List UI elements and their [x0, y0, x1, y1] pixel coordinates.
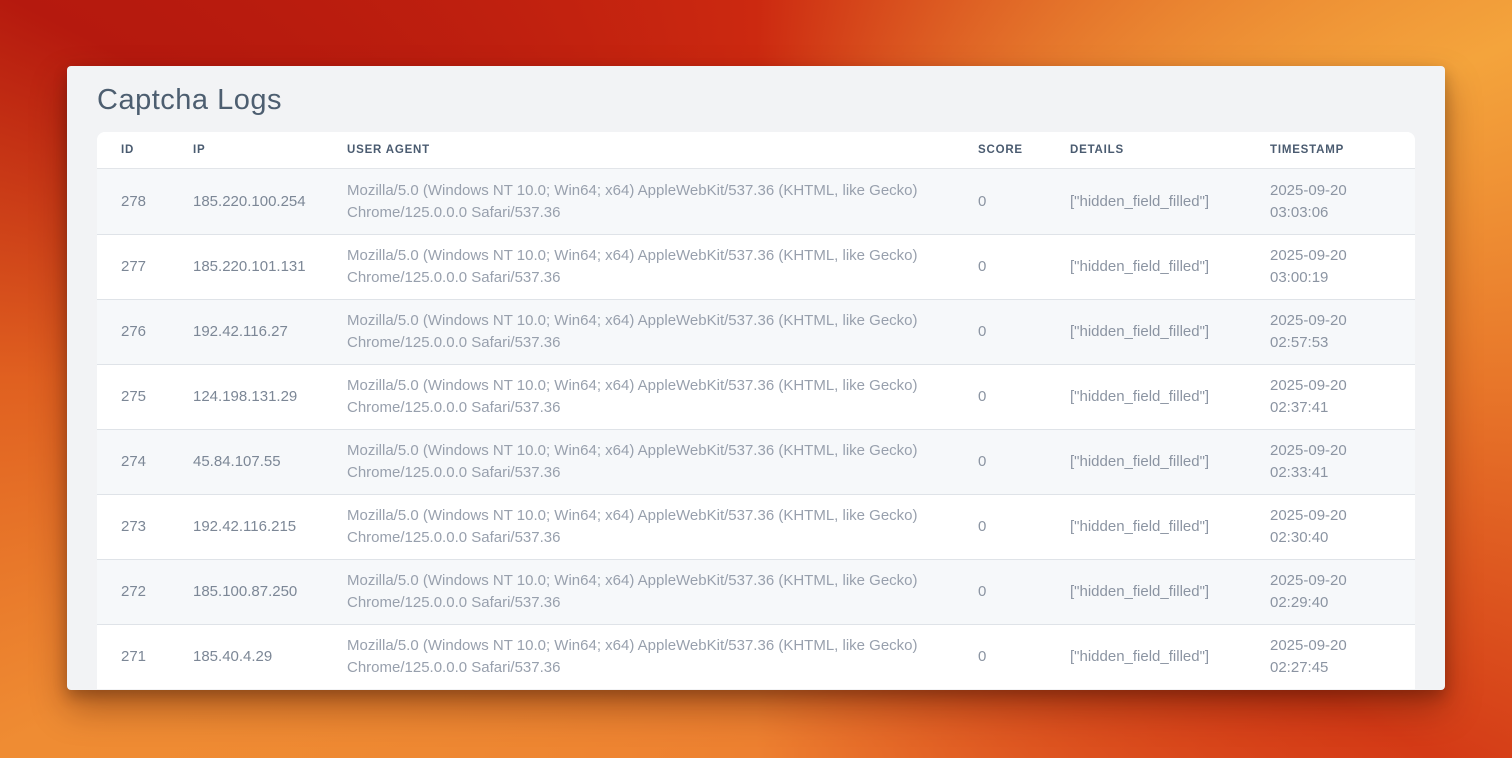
cell-score: 0: [978, 191, 1070, 213]
captcha-logs-table: IDIPUSER AGENTSCOREDETAILSTIMESTAMP 2781…: [97, 132, 1415, 689]
cell-details: ["hidden_field_filled"]: [1070, 581, 1270, 603]
column-header-score: SCORE: [978, 144, 1070, 156]
cell-id: 271: [97, 646, 193, 668]
column-header-ua: USER AGENT: [347, 144, 978, 156]
cell-id: 275: [97, 386, 193, 408]
captcha-logs-card: Captcha Logs IDIPUSER AGENTSCOREDETAILST…: [67, 66, 1445, 690]
cell-ua: Mozilla/5.0 (Windows NT 10.0; Win64; x64…: [347, 570, 978, 614]
cell-details: ["hidden_field_filled"]: [1070, 516, 1270, 538]
cell-score: 0: [978, 581, 1070, 603]
cell-details: ["hidden_field_filled"]: [1070, 321, 1270, 343]
cell-ua: Mozilla/5.0 (Windows NT 10.0; Win64; x64…: [347, 505, 978, 549]
cell-details: ["hidden_field_filled"]: [1070, 451, 1270, 473]
table-row: 272185.100.87.250Mozilla/5.0 (Windows NT…: [97, 559, 1415, 624]
table-row: 277185.220.101.131Mozilla/5.0 (Windows N…: [97, 234, 1415, 299]
column-header-ts: TIMESTAMP: [1270, 144, 1415, 156]
table-row: 276192.42.116.27Mozilla/5.0 (Windows NT …: [97, 299, 1415, 364]
column-header-id: ID: [97, 144, 193, 156]
table-body: 278185.220.100.254Mozilla/5.0 (Windows N…: [97, 169, 1415, 689]
cell-ip: 45.84.107.55: [193, 451, 347, 473]
cell-details: ["hidden_field_filled"]: [1070, 646, 1270, 668]
table-header-row: IDIPUSER AGENTSCOREDETAILSTIMESTAMP: [97, 132, 1415, 169]
cell-score: 0: [978, 321, 1070, 343]
cell-ua: Mozilla/5.0 (Windows NT 10.0; Win64; x64…: [347, 635, 978, 679]
cell-ua: Mozilla/5.0 (Windows NT 10.0; Win64; x64…: [347, 310, 978, 354]
cell-ua: Mozilla/5.0 (Windows NT 10.0; Win64; x64…: [347, 440, 978, 484]
cell-ip: 192.42.116.27: [193, 321, 347, 343]
cell-id: 278: [97, 191, 193, 213]
cell-score: 0: [978, 256, 1070, 278]
cell-id: 274: [97, 451, 193, 473]
cell-score: 0: [978, 386, 1070, 408]
cell-ip: 185.220.101.131: [193, 256, 347, 278]
table-row: 273192.42.116.215Mozilla/5.0 (Windows NT…: [97, 494, 1415, 559]
cell-ip: 192.42.116.215: [193, 516, 347, 538]
cell-ts: 2025-09-20 03:00:19: [1270, 245, 1415, 289]
cell-details: ["hidden_field_filled"]: [1070, 191, 1270, 213]
cell-ts: 2025-09-20 02:33:41: [1270, 440, 1415, 484]
cell-details: ["hidden_field_filled"]: [1070, 386, 1270, 408]
cell-id: 276: [97, 321, 193, 343]
table-row: 27445.84.107.55Mozilla/5.0 (Windows NT 1…: [97, 429, 1415, 494]
cell-ts: 2025-09-20 02:30:40: [1270, 505, 1415, 549]
cell-ts: 2025-09-20 02:37:41: [1270, 375, 1415, 419]
cell-ip: 185.100.87.250: [193, 581, 347, 603]
table-row: 271185.40.4.29Mozilla/5.0 (Windows NT 10…: [97, 624, 1415, 689]
cell-score: 0: [978, 646, 1070, 668]
cell-id: 273: [97, 516, 193, 538]
cell-ua: Mozilla/5.0 (Windows NT 10.0; Win64; x64…: [347, 245, 978, 289]
cell-score: 0: [978, 451, 1070, 473]
cell-ts: 2025-09-20 02:27:45: [1270, 635, 1415, 679]
cell-id: 272: [97, 581, 193, 603]
cell-details: ["hidden_field_filled"]: [1070, 256, 1270, 278]
cell-ts: 2025-09-20 02:29:40: [1270, 570, 1415, 614]
cell-ip: 124.198.131.29: [193, 386, 347, 408]
cell-ua: Mozilla/5.0 (Windows NT 10.0; Win64; x64…: [347, 180, 978, 224]
cell-score: 0: [978, 516, 1070, 538]
cell-ip: 185.40.4.29: [193, 646, 347, 668]
cell-ip: 185.220.100.254: [193, 191, 347, 213]
column-header-details: DETAILS: [1070, 144, 1270, 156]
page-title: Captcha Logs: [97, 84, 1415, 117]
cell-ts: 2025-09-20 02:57:53: [1270, 310, 1415, 354]
cell-id: 277: [97, 256, 193, 278]
table-row: 275124.198.131.29Mozilla/5.0 (Windows NT…: [97, 364, 1415, 429]
table-row: 278185.220.100.254Mozilla/5.0 (Windows N…: [97, 169, 1415, 234]
cell-ts: 2025-09-20 03:03:06: [1270, 180, 1415, 224]
cell-ua: Mozilla/5.0 (Windows NT 10.0; Win64; x64…: [347, 375, 978, 419]
column-header-ip: IP: [193, 144, 347, 156]
